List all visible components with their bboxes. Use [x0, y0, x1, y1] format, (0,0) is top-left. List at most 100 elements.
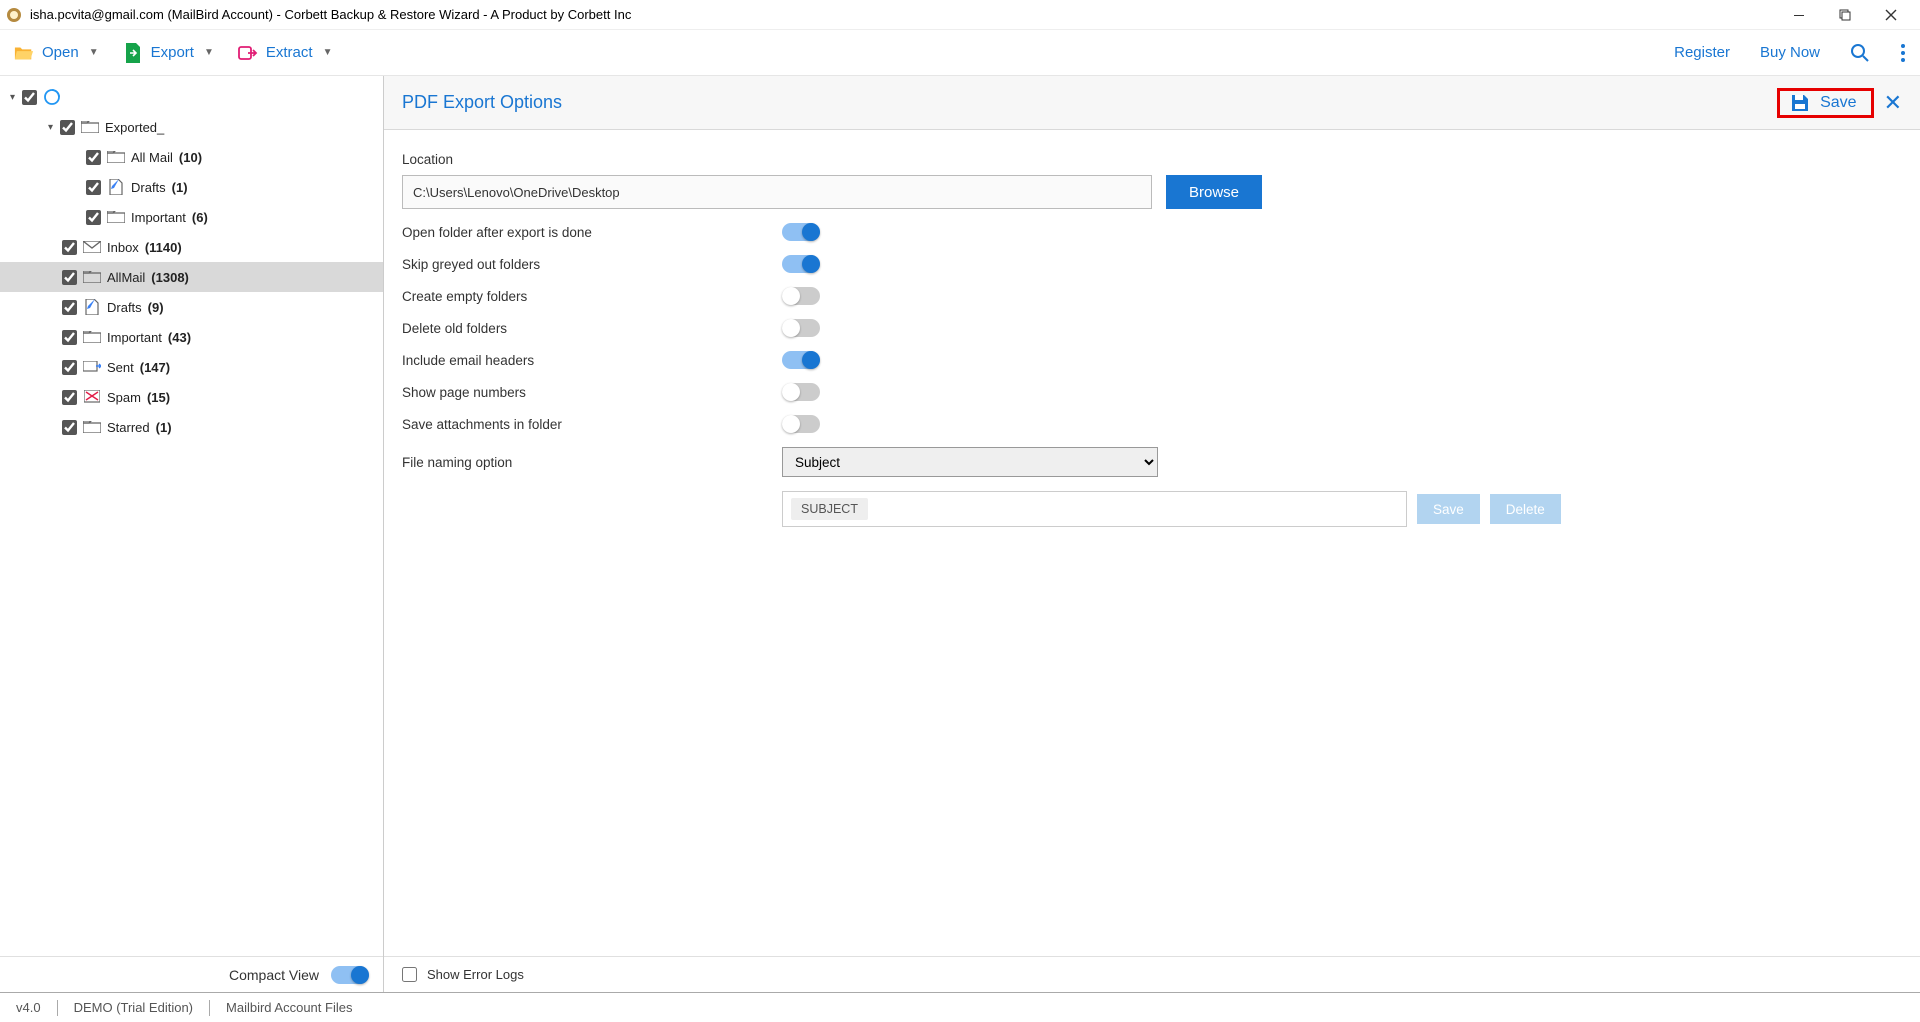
- folder-checkbox[interactable]: [62, 270, 77, 285]
- option-toggle[interactable]: [782, 223, 820, 241]
- expander-icon[interactable]: ▾: [48, 122, 60, 133]
- option-toggle[interactable]: [782, 351, 820, 369]
- main: ▾ ▾Exported_All Mail(10)Drafts(1)Importa…: [0, 76, 1920, 992]
- tree-row[interactable]: AllMail(1308): [0, 262, 383, 292]
- save-button[interactable]: Save: [1777, 88, 1873, 118]
- search-icon[interactable]: [1850, 43, 1870, 63]
- maximize-button[interactable]: [1822, 0, 1868, 30]
- folder-label: Exported_: [105, 120, 164, 135]
- folder-icon: [107, 150, 125, 164]
- root-checkbox[interactable]: [22, 90, 37, 105]
- tree-row[interactable]: Important(43): [0, 322, 383, 352]
- folder-checkbox[interactable]: [60, 120, 75, 135]
- file-naming-label: File naming option: [402, 455, 782, 470]
- sidebar: ▾ ▾Exported_All Mail(10)Drafts(1)Importa…: [0, 76, 384, 992]
- open-button[interactable]: Open ▼: [14, 43, 99, 63]
- option-toggle[interactable]: [782, 415, 820, 433]
- tree-row[interactable]: All Mail (10): [0, 142, 383, 172]
- option-toggle[interactable]: [782, 319, 820, 337]
- tree-root[interactable]: ▾: [0, 82, 383, 112]
- folder-count: (147): [140, 360, 170, 375]
- tree-row[interactable]: Spam(15): [0, 382, 383, 412]
- error-log-row: Show Error Logs: [384, 956, 1920, 992]
- save-label: Save: [1820, 94, 1856, 112]
- export-button[interactable]: Export ▼: [123, 43, 214, 63]
- buy-now-link[interactable]: Buy Now: [1760, 44, 1820, 61]
- folder-label: Inbox: [107, 240, 139, 255]
- tree-row[interactable]: Important(6): [0, 202, 383, 232]
- naming-delete-button[interactable]: Delete: [1490, 494, 1561, 524]
- folder-checkbox[interactable]: [86, 150, 101, 165]
- folder-checkbox[interactable]: [62, 330, 77, 345]
- option-label: Open folder after export is done: [402, 225, 782, 240]
- tree-row[interactable]: ▾ Exported_: [0, 112, 383, 142]
- folder-checkbox[interactable]: [62, 300, 77, 315]
- caret-down-icon: ▼: [323, 47, 333, 58]
- folder-label: Spam: [107, 390, 141, 405]
- location-label: Location: [402, 152, 1902, 167]
- browse-button[interactable]: Browse: [1166, 175, 1262, 209]
- folder-tree: ▾ ▾Exported_All Mail(10)Drafts(1)Importa…: [0, 76, 383, 956]
- folder-checkbox[interactable]: [62, 390, 77, 405]
- folder-checkbox[interactable]: [86, 180, 101, 195]
- options-header: PDF Export Options Save ✕: [384, 76, 1920, 130]
- option-row: Save attachments in folder: [402, 415, 1902, 433]
- minimize-button[interactable]: [1776, 0, 1822, 30]
- edition-label: DEMO (Trial Edition): [74, 1000, 193, 1015]
- tree-row[interactable]: Drafts(9): [0, 292, 383, 322]
- context-label: Mailbird Account Files: [226, 1000, 352, 1015]
- options-title: PDF Export Options: [402, 92, 1777, 113]
- folder-icon: [83, 270, 101, 284]
- save-icon: [1790, 93, 1810, 113]
- folder-checkbox[interactable]: [86, 210, 101, 225]
- extract-label: Extract: [266, 44, 313, 61]
- folder-icon: [83, 240, 101, 254]
- folder-checkbox[interactable]: [62, 420, 77, 435]
- tree-row[interactable]: Drafts(1): [0, 172, 383, 202]
- tree-row[interactable]: Sent(147): [0, 352, 383, 382]
- folder-label: All Mail: [131, 150, 173, 165]
- close-icon[interactable]: ✕: [1884, 90, 1902, 116]
- caret-down-icon: ▼: [204, 47, 214, 58]
- location-input[interactable]: [402, 175, 1152, 209]
- extract-button[interactable]: Extract ▼: [238, 43, 333, 63]
- option-toggle[interactable]: [782, 383, 820, 401]
- folder-count: (9): [148, 300, 164, 315]
- folder-count: (10): [179, 150, 202, 165]
- folder-label: Important: [107, 330, 162, 345]
- option-toggle[interactable]: [782, 287, 820, 305]
- naming-chip: SUBJECT: [791, 498, 868, 520]
- option-label: Create empty folders: [402, 289, 782, 304]
- options-pane: PDF Export Options Save ✕ Location Brows…: [384, 76, 1920, 992]
- option-row: Skip greyed out folders: [402, 255, 1902, 273]
- option-toggle[interactable]: [782, 255, 820, 273]
- more-vertical-icon[interactable]: [1900, 43, 1906, 63]
- show-error-logs-checkbox[interactable]: [402, 967, 417, 982]
- folder-checkbox[interactable]: [62, 240, 77, 255]
- folder-checkbox[interactable]: [62, 360, 77, 375]
- naming-save-button[interactable]: Save: [1417, 494, 1480, 524]
- open-label: Open: [42, 44, 79, 61]
- close-button[interactable]: [1868, 0, 1914, 30]
- folder-open-icon: [14, 43, 34, 63]
- expander-icon[interactable]: ▾: [10, 92, 22, 103]
- option-label: Skip greyed out folders: [402, 257, 782, 272]
- folder-icon: [83, 420, 101, 434]
- folder-count: (6): [192, 210, 208, 225]
- folder-icon: [83, 390, 101, 404]
- option-row: Open folder after export is done: [402, 223, 1902, 241]
- compact-view-toggle[interactable]: [331, 966, 369, 984]
- window-title: isha.pcvita@gmail.com (MailBird Account)…: [30, 7, 1776, 22]
- tree-row[interactable]: Inbox(1140): [0, 232, 383, 262]
- folder-icon: [107, 210, 125, 224]
- app-icon: [6, 7, 22, 23]
- register-link[interactable]: Register: [1674, 44, 1730, 61]
- version-label: v4.0: [16, 1000, 41, 1015]
- folder-icon: [107, 180, 125, 194]
- option-label: Delete old folders: [402, 321, 782, 336]
- folder-icon: [83, 330, 101, 344]
- statusbar: v4.0 DEMO (Trial Edition) Mailbird Accou…: [0, 992, 1920, 1022]
- tree-row[interactable]: Starred(1): [0, 412, 383, 442]
- file-naming-select[interactable]: Subject: [782, 447, 1158, 477]
- naming-chip-input[interactable]: SUBJECT: [782, 491, 1407, 527]
